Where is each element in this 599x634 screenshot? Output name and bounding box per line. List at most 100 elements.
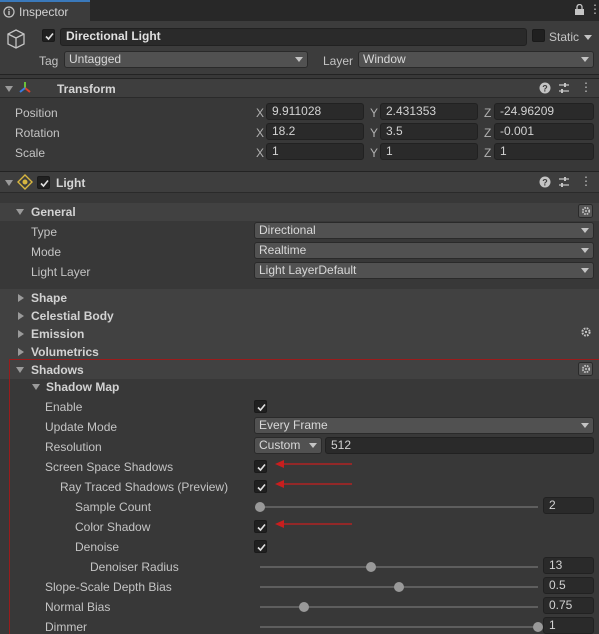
light-title: Light bbox=[56, 176, 86, 190]
preset-sliders-icon[interactable] bbox=[558, 82, 570, 94]
enable-label: Enable bbox=[45, 400, 83, 414]
settings-gear-icon[interactable] bbox=[578, 362, 593, 376]
lock-icon[interactable] bbox=[574, 4, 585, 16]
rotation-y-axis-label[interactable]: Y bbox=[370, 126, 378, 140]
dimmer-slider-track[interactable] bbox=[260, 626, 538, 628]
type-label: Type bbox=[31, 225, 58, 239]
screen-space-shadows-checkbox[interactable] bbox=[254, 460, 267, 473]
tag-dropdown[interactable]: Untagged bbox=[64, 51, 308, 68]
scale-x-axis-label[interactable]: X bbox=[256, 146, 264, 160]
object-active-checkbox[interactable] bbox=[42, 29, 55, 42]
position-x-axis-label[interactable]: X bbox=[256, 106, 264, 120]
update-mode-dropdown[interactable]: Every Frame bbox=[254, 417, 594, 434]
light-foldout-icon[interactable] bbox=[5, 180, 13, 186]
general-section-header[interactable] bbox=[0, 203, 599, 221]
checkmark-icon bbox=[257, 483, 266, 492]
settings-gear-icon[interactable] bbox=[580, 326, 592, 338]
kebab-menu-icon[interactable]: ⋮ bbox=[580, 174, 592, 188]
kebab-menu-icon[interactable]: ⋮ bbox=[580, 80, 592, 94]
light-layer-dropdown[interactable]: Light LayerDefault bbox=[254, 262, 594, 279]
sample-count-slider-track[interactable] bbox=[260, 506, 538, 508]
shape-foldout-icon[interactable] bbox=[18, 294, 24, 302]
transform-foldout-icon[interactable] bbox=[5, 86, 13, 92]
layer-dropdown[interactable]: Window bbox=[358, 51, 594, 68]
shadows-foldout-icon[interactable] bbox=[16, 367, 24, 373]
annotation-box-left bbox=[9, 359, 10, 634]
checkmark-icon bbox=[257, 543, 266, 552]
volumetrics-foldout-icon[interactable] bbox=[18, 348, 24, 356]
slope-scale-depth-bias-label: Slope-Scale Depth Bias bbox=[45, 580, 172, 594]
rotation-x-field[interactable]: 18.2 bbox=[266, 123, 364, 140]
rotation-y-field[interactable]: 3.5 bbox=[380, 123, 478, 140]
dimmer-field[interactable]: 1 bbox=[543, 617, 594, 634]
slope-scale-depth-bias-field[interactable]: 0.5 bbox=[543, 577, 594, 594]
dimmer-slider-knob[interactable] bbox=[533, 622, 543, 632]
normal-bias-label: Normal Bias bbox=[45, 600, 111, 614]
position-label: Position bbox=[15, 106, 58, 120]
help-icon[interactable]: ? bbox=[539, 82, 551, 94]
transform-title: Transform bbox=[57, 82, 116, 96]
position-y-axis-label[interactable]: Y bbox=[370, 106, 378, 120]
help-icon[interactable]: ? bbox=[539, 176, 551, 188]
static-dropdown-arrow[interactable] bbox=[584, 35, 592, 40]
light-header[interactable] bbox=[0, 171, 599, 193]
object-name-input[interactable]: Directional Light bbox=[60, 28, 527, 46]
checkmark-icon bbox=[257, 523, 266, 532]
position-y-field[interactable]: 2.431353 bbox=[380, 103, 478, 120]
scale-y-field[interactable]: 1 bbox=[380, 143, 478, 160]
sample-count-slider-knob[interactable] bbox=[255, 502, 265, 512]
scale-z-field[interactable]: 1 bbox=[494, 143, 594, 160]
position-x-field[interactable]: 9.911028 bbox=[266, 103, 364, 120]
shadows-section-header[interactable] bbox=[0, 361, 599, 379]
normal-bias-field[interactable]: 0.75 bbox=[543, 597, 594, 614]
annotation-arrow-icon bbox=[275, 460, 352, 468]
preset-sliders-icon[interactable] bbox=[558, 176, 570, 188]
resolution-field[interactable]: 512 bbox=[325, 437, 594, 454]
chevron-down-icon bbox=[581, 248, 589, 253]
mode-dropdown[interactable]: Realtime bbox=[254, 242, 594, 259]
emission-title: Emission bbox=[31, 327, 85, 341]
general-foldout-icon[interactable] bbox=[16, 209, 24, 215]
shape-section-header[interactable] bbox=[0, 289, 599, 307]
scale-y-axis-label[interactable]: Y bbox=[370, 146, 378, 160]
emission-foldout-icon[interactable] bbox=[18, 330, 24, 338]
denoise-checkbox[interactable] bbox=[254, 540, 267, 553]
update-mode-value: Every Frame bbox=[259, 418, 328, 432]
light-enabled-checkbox[interactable] bbox=[37, 176, 50, 189]
celestial-body-foldout-icon[interactable] bbox=[18, 312, 24, 320]
rotation-z-field[interactable]: -0.001 bbox=[494, 123, 594, 140]
rotation-x-axis-label[interactable]: X bbox=[256, 126, 264, 140]
chevron-down-icon bbox=[295, 57, 303, 62]
checkmark-icon bbox=[257, 403, 266, 412]
sample-count-field[interactable]: 2 bbox=[543, 497, 594, 514]
resolution-preset-dropdown[interactable]: Custom bbox=[254, 437, 322, 454]
gameobject-cube-icon bbox=[7, 29, 25, 49]
update-mode-label: Update Mode bbox=[45, 420, 118, 434]
denoiser-radius-slider-knob[interactable] bbox=[366, 562, 377, 572]
chevron-down-icon bbox=[309, 443, 317, 448]
annotation-arrow-icon bbox=[275, 520, 352, 528]
kebab-menu-icon[interactable]: ⋮ bbox=[589, 2, 599, 16]
denoiser-radius-field[interactable]: 13 bbox=[543, 557, 594, 574]
position-z-field[interactable]: -24.96209 bbox=[494, 103, 594, 120]
slope-scale-depth-bias-slider-knob[interactable] bbox=[394, 582, 404, 592]
normal-bias-slider-knob[interactable] bbox=[299, 602, 310, 612]
static-checkbox[interactable] bbox=[532, 29, 545, 42]
chevron-down-icon bbox=[581, 228, 589, 233]
position-z-axis-label[interactable]: Z bbox=[484, 106, 491, 120]
svg-text:?: ? bbox=[542, 178, 548, 188]
shadow-map-foldout-icon[interactable] bbox=[32, 384, 40, 390]
scale-x-field[interactable]: 1 bbox=[266, 143, 364, 160]
checkmark-icon bbox=[45, 32, 54, 41]
scale-label: Scale bbox=[15, 146, 46, 160]
ray-traced-shadows-checkbox[interactable] bbox=[254, 480, 267, 493]
settings-gear-icon[interactable] bbox=[578, 204, 593, 218]
type-dropdown[interactable]: Directional bbox=[254, 222, 594, 239]
emission-section-header[interactable] bbox=[0, 325, 599, 343]
tab-inspector[interactable]: Inspector bbox=[0, 0, 90, 21]
rotation-z-axis-label[interactable]: Z bbox=[484, 126, 491, 140]
enable-checkbox[interactable] bbox=[254, 400, 267, 413]
scale-z-axis-label[interactable]: Z bbox=[484, 146, 491, 160]
color-shadow-checkbox[interactable] bbox=[254, 520, 267, 533]
denoiser-radius-slider-track[interactable] bbox=[260, 566, 538, 568]
